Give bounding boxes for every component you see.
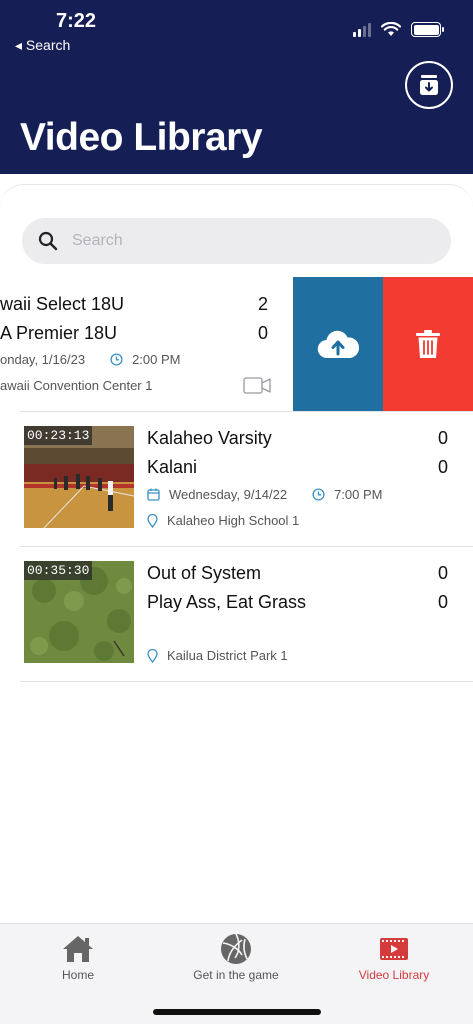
status-time: 7:22 bbox=[56, 10, 97, 32]
upload-action-button[interactable] bbox=[293, 277, 383, 411]
game-date: Wednesday, 9/14/22 bbox=[169, 487, 288, 502]
team-name-away: Play Ass, Eat Grass bbox=[147, 592, 307, 612]
team-name-home: waii Select 18U bbox=[0, 294, 125, 314]
team-name-home: Out of System bbox=[147, 563, 262, 583]
game-datetime: Wednesday, 9/14/22 7:00 PM bbox=[147, 487, 382, 502]
team-name-home: Kalaheo Varsity bbox=[147, 428, 272, 448]
score-away: 0 bbox=[258, 323, 269, 343]
clock-icon bbox=[312, 488, 325, 501]
location-name: Kalaheo High School 1 bbox=[167, 513, 300, 528]
game-row[interactable]: 00:23:13 Kalaheo Varsity 0 Kalani 0 Wedn… bbox=[0, 412, 473, 546]
header: 7:22 ◂ Search Video Library bbox=[0, 0, 473, 174]
score-away: 0 bbox=[438, 457, 449, 477]
battery-icon bbox=[411, 22, 444, 37]
home-icon bbox=[63, 936, 93, 962]
game-time: 7:00 PM bbox=[334, 487, 383, 502]
wifi-icon bbox=[381, 22, 401, 36]
location-name: Kailua District Park 1 bbox=[167, 648, 288, 663]
clock-icon bbox=[110, 353, 123, 366]
video-thumbnail[interactable]: 00:35:30 bbox=[24, 561, 134, 663]
tab-label: Home bbox=[61, 968, 94, 982]
status-icons bbox=[353, 22, 444, 37]
tab-home[interactable]: Home bbox=[8, 932, 148, 982]
tab-label: Video Library bbox=[358, 968, 430, 982]
score-away: 0 bbox=[438, 592, 449, 612]
trash-icon bbox=[416, 330, 440, 358]
calendar-icon bbox=[147, 488, 160, 501]
video-camera-icon bbox=[243, 377, 271, 399]
video-duration: 00:23:13 bbox=[24, 426, 93, 445]
tab-label: Get in the game bbox=[193, 968, 279, 982]
video-duration: 00:35:30 bbox=[24, 561, 93, 580]
game-datetime: onday, 1/16/23 2:00 PM bbox=[0, 352, 180, 367]
video-library-icon bbox=[380, 938, 408, 960]
volleyball-icon bbox=[221, 933, 251, 964]
home-indicator bbox=[153, 1009, 321, 1015]
download-button[interactable] bbox=[405, 61, 453, 109]
row-divider bbox=[20, 681, 473, 682]
game-location: awaii Convention Center 1 bbox=[0, 378, 153, 393]
game-location: Kalaheo High School 1 bbox=[147, 513, 299, 528]
delete-action-button[interactable] bbox=[383, 277, 473, 411]
cellular-signal-icon bbox=[353, 22, 371, 37]
video-thumbnail[interactable]: 00:23:13 bbox=[24, 426, 134, 528]
game-time: 2:00 PM bbox=[132, 352, 181, 367]
download-box-icon bbox=[420, 75, 438, 95]
page-title: Video Library bbox=[20, 116, 263, 159]
location-pin-icon bbox=[147, 648, 158, 663]
game-row[interactable]: 00:35:30 Out of System 0 Play Ass, Eat G… bbox=[0, 547, 473, 681]
team-name-away: A Premier 18U bbox=[0, 323, 118, 343]
search-bar[interactable] bbox=[22, 218, 451, 264]
tab-video-library[interactable]: Video Library bbox=[324, 932, 464, 982]
search-icon bbox=[38, 231, 58, 251]
location-pin-icon bbox=[147, 513, 158, 528]
game-date: onday, 1/16/23 bbox=[0, 352, 86, 367]
game-location: Kailua District Park 1 bbox=[147, 648, 288, 663]
back-to-search-link[interactable]: ◂ Search bbox=[15, 37, 70, 54]
team-name-away: Kalani bbox=[147, 457, 198, 477]
score-home: 2 bbox=[258, 294, 269, 314]
tab-get-in-the-game[interactable]: Get in the game bbox=[166, 932, 306, 982]
cloud-upload-icon bbox=[317, 330, 359, 359]
score-home: 0 bbox=[438, 428, 449, 448]
score-home: 0 bbox=[438, 563, 449, 583]
search-input[interactable] bbox=[72, 232, 402, 250]
